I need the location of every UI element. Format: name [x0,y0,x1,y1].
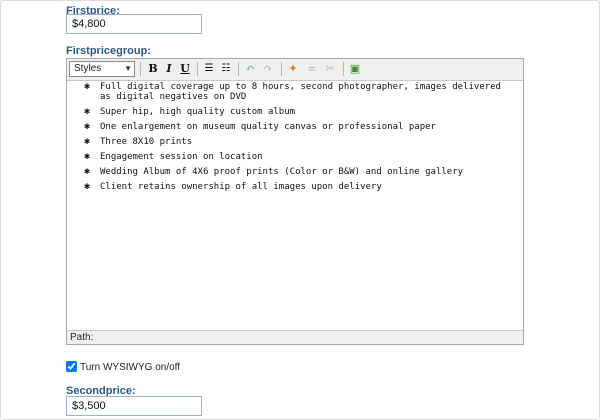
bullet-icon: ✱ [84,136,91,147]
list-item: ✱ One enlargement on museum quality canva… [67,121,523,133]
chevron-down-icon: ▼ [124,64,132,73]
secondprice-input[interactable] [66,396,202,416]
list-item: ✱ Wedding Album of 4X6 proof prints (Colo… [67,166,523,178]
bullet-list: ✱ Full digital coverage up to 8 hours, se… [67,81,523,193]
list-item-text: Wedding Album of 4X6 proof prints (Color… [100,167,464,177]
toolbar-divider [140,62,141,76]
styles-dropdown[interactable]: Styles ▼ [69,61,135,77]
toolbar-divider [238,62,239,76]
list-item-text: One enlargement on museum quality canvas… [100,122,436,132]
bullet-icon: ✱ [84,121,91,132]
bullet-icon: ✱ [84,106,91,117]
editor-toolbar: Styles ▼ B I U ☰ ☷ ↶ ↷ ✦ ∞ ✂ ▣ [67,59,523,81]
list-item-text-continued: as digital negatives on DVD [100,92,247,102]
toolbar-divider [197,62,198,76]
wysiwyg-label: Turn WYSIWYG on/off [80,362,181,373]
wysiwyg-editor: Styles ▼ B I U ☰ ☷ ↶ ↷ ✦ ∞ ✂ ▣ ✱ Full dig… [66,58,524,345]
firstpricegroup-label: Firstpricegroup: [66,45,151,57]
list-item-text: Client retains ownership of all images u… [100,182,382,192]
numbered-list-icon[interactable]: ☷ [219,62,233,76]
insert-image-icon[interactable]: ✦ [286,62,300,76]
list-item-text: Full digital coverage up to 8 hours, sec… [100,82,501,92]
list-item-text: Super hip, high quality custom album [100,107,296,117]
italic-icon[interactable]: I [162,62,176,76]
list-item: ✱ Full digital coverage up to 8 hours, se… [67,81,523,103]
list-item: ✱ Super hip, high quality custom album [67,106,523,118]
link-icon[interactable]: ∞ [305,62,319,76]
list-item: ✱ Client retains ownership of all images … [67,181,523,193]
firstprice-input[interactable] [66,14,202,34]
bullet-icon: ✱ [84,151,91,162]
redo-icon[interactable]: ↷ [261,62,275,76]
toolbar-divider [343,62,344,76]
undo-icon[interactable]: ↶ [243,62,257,76]
underline-icon[interactable]: U [178,62,192,76]
path-label: Path: [70,332,94,343]
bold-icon[interactable]: B [146,62,160,76]
wysiwyg-checkbox[interactable] [66,361,77,372]
list-item-text: Engagement session on location [100,152,263,162]
list-item-text: Three 8X10 prints [100,137,193,147]
unlink-icon[interactable]: ✂ [323,62,337,76]
bullet-list-icon[interactable]: ☰ [202,62,216,76]
bullet-icon: ✱ [84,81,91,92]
wysiwyg-toggle[interactable]: Turn WYSIWYG on/off [66,361,180,375]
bullet-icon: ✱ [84,166,91,177]
toolbar-divider [281,62,282,76]
editor-statusbar: Path: [67,330,523,344]
styles-dropdown-label: Styles [74,63,102,74]
list-item: ✱ Three 8X10 prints [67,136,523,148]
html-source-icon[interactable]: ▣ [348,62,362,76]
editor-content[interactable]: ✱ Full digital coverage up to 8 hours, se… [67,80,523,330]
bullet-icon: ✱ [84,181,91,192]
list-item: ✱ Engagement session on location [67,151,523,163]
